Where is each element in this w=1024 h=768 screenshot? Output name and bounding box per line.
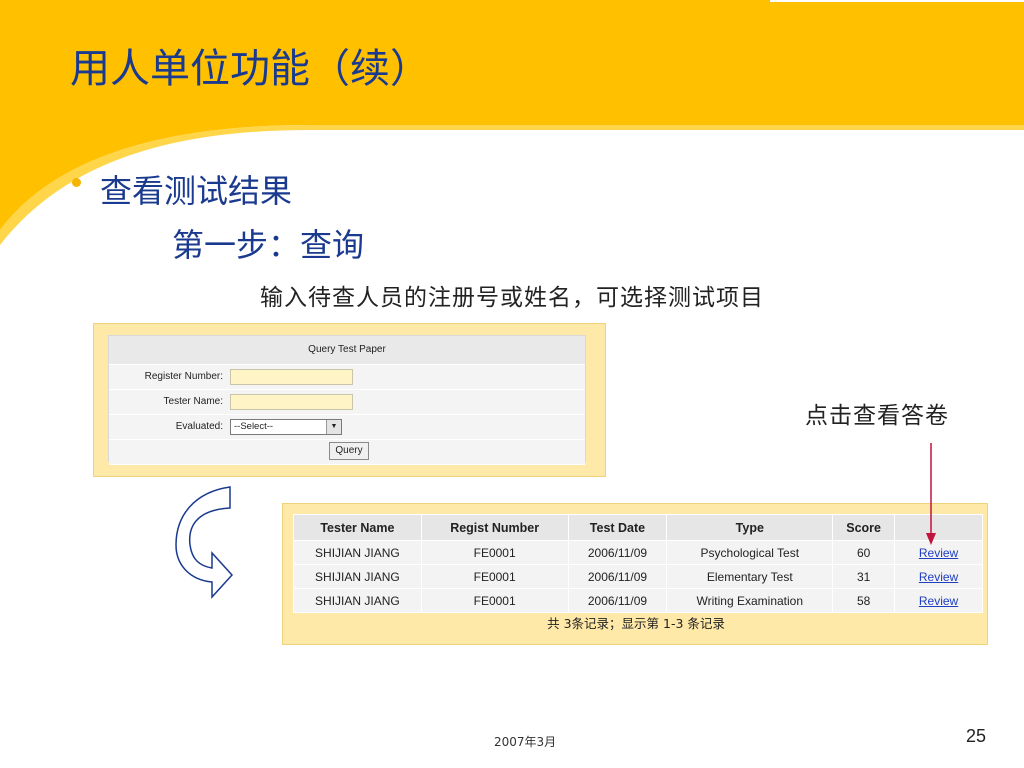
table-row: SHIJIAN JIANG FE0001 2006/11/09 Writing …	[293, 588, 983, 613]
tester-row: Tester Name:	[109, 390, 585, 415]
cell-regist-number: FE0001	[420, 588, 569, 613]
col-header-tester-name: Tester Name	[293, 514, 422, 541]
col-header-regist-number: Regist Number	[420, 514, 569, 541]
bullet-text: 查看测试结果	[100, 172, 293, 210]
step-heading: 第一步：查询	[172, 226, 365, 264]
cell-test-date: 2006/11/09	[567, 540, 668, 565]
query-panel: Query Test Paper Register Number: Tester…	[93, 323, 606, 477]
results-panel: Tester Name Regist Number Test Date Type…	[282, 503, 988, 645]
slide-title: 用人单位功能（续）	[70, 46, 430, 92]
cell-type: Writing Examination	[666, 588, 834, 613]
register-number-input[interactable]	[230, 369, 353, 385]
col-header-score: Score	[832, 514, 896, 541]
page-number: 25	[966, 726, 987, 746]
col-header-test-date: Test Date	[567, 514, 668, 541]
cell-score: 58	[832, 588, 896, 613]
query-button[interactable]: Query	[329, 442, 369, 460]
cell-regist-number: FE0001	[420, 564, 569, 589]
tester-label: Tester Name:	[163, 396, 223, 407]
review-link[interactable]: Review	[919, 546, 958, 560]
table-header-row: Tester Name Regist Number Test Date Type…	[293, 514, 983, 541]
evaluated-selected-value: --Select--	[234, 421, 274, 432]
table-row: SHIJIAN JIANG FE0001 2006/11/09 Elementa…	[293, 564, 983, 589]
evaluated-row: Evaluated: --Select-- ▼	[109, 415, 585, 440]
review-link[interactable]: Review	[919, 570, 958, 584]
table-row: SHIJIAN JIANG FE0001 2006/11/09 Psycholo…	[293, 540, 983, 565]
cell-score: 31	[832, 564, 896, 589]
query-form: Query Test Paper Register Number: Tester…	[108, 335, 586, 465]
register-row: Register Number:	[109, 365, 585, 390]
callout-text: 点击查看答卷	[805, 403, 949, 429]
chevron-down-icon[interactable]: ▼	[326, 420, 341, 434]
register-label: Register Number:	[144, 371, 223, 382]
cell-action: Review	[894, 540, 983, 565]
query-form-title: Query Test Paper	[109, 336, 585, 365]
instruction-text: 输入待查人员的注册号或姓名，可选择测试项目	[260, 285, 764, 311]
cell-type: Elementary Test	[666, 564, 834, 589]
cell-type: Psychological Test	[666, 540, 834, 565]
cell-regist-number: FE0001	[420, 540, 569, 565]
evaluated-select[interactable]: --Select-- ▼	[230, 419, 342, 435]
evaluated-label: Evaluated:	[175, 421, 223, 432]
review-link[interactable]: Review	[919, 594, 958, 608]
cell-score: 60	[832, 540, 896, 565]
cell-tester-name: SHIJIAN JIANG	[293, 588, 422, 613]
button-row: Query	[109, 440, 585, 465]
tester-name-input[interactable]	[230, 394, 353, 410]
bullet-dot-icon	[72, 178, 81, 187]
results-summary: 共 3条记录；显示第 1-3 条记录	[547, 616, 725, 631]
col-header-type: Type	[666, 514, 834, 541]
cell-tester-name: SHIJIAN JIANG	[293, 564, 422, 589]
footer-date: 2007年3月	[494, 735, 557, 749]
cell-test-date: 2006/11/09	[567, 564, 668, 589]
cell-tester-name: SHIJIAN JIANG	[293, 540, 422, 565]
results-table: Tester Name Regist Number Test Date Type…	[293, 514, 983, 613]
col-header-action	[894, 514, 983, 541]
cell-test-date: 2006/11/09	[567, 588, 668, 613]
cell-action: Review	[894, 588, 983, 613]
cell-action: Review	[894, 564, 983, 589]
